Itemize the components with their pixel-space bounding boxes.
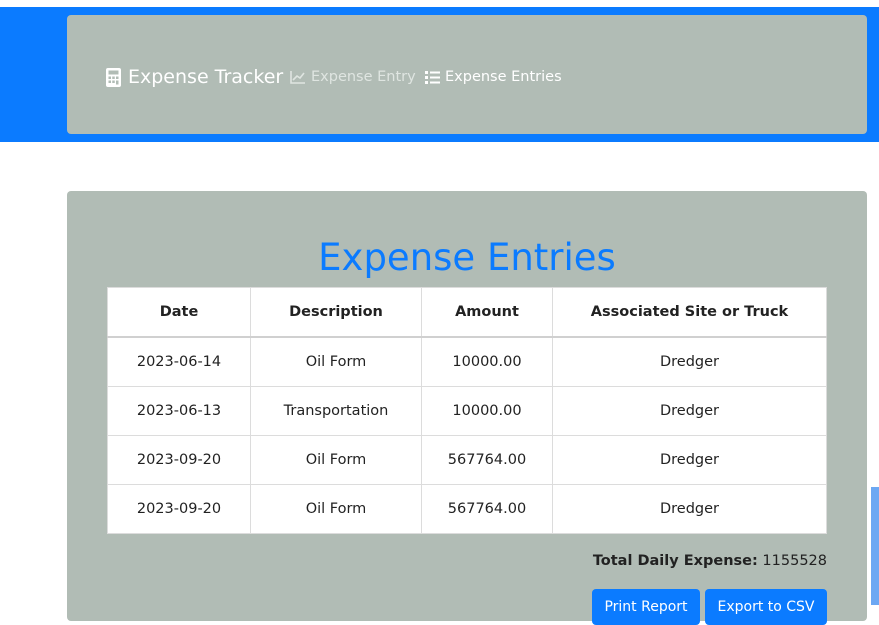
header-amount: Amount bbox=[421, 287, 553, 338]
header-date: Date bbox=[107, 287, 251, 338]
cell-date: 2023-06-14 bbox=[107, 336, 251, 387]
scrollbar[interactable] bbox=[871, 487, 879, 605]
nav-expense-entry-label: Expense Entry bbox=[311, 69, 416, 85]
total-daily-expense: Total Daily Expense: 1155528 bbox=[593, 553, 827, 569]
cell-site: Dredger bbox=[552, 435, 827, 485]
print-report-button[interactable]: Print Report bbox=[592, 589, 700, 625]
cell-site: Dredger bbox=[552, 336, 827, 387]
export-csv-button[interactable]: Export to CSV bbox=[705, 589, 827, 625]
nav-expense-entry[interactable]: Expense Entry bbox=[290, 69, 416, 85]
chart-line-icon bbox=[290, 70, 306, 84]
cell-amount: 10000.00 bbox=[421, 336, 553, 387]
nav-expense-entries[interactable]: Expense Entries bbox=[425, 69, 562, 85]
cell-description: Oil Form bbox=[250, 435, 422, 485]
cell-site: Dredger bbox=[552, 484, 827, 534]
cell-amount: 567764.00 bbox=[421, 435, 553, 485]
brand-label: Expense Tracker bbox=[128, 66, 284, 88]
table-header-row: Date Description Amount Associated Site … bbox=[107, 287, 827, 338]
navbar: Expense Tracker Expense Entry Expense En… bbox=[67, 15, 867, 134]
cell-site: Dredger bbox=[552, 386, 827, 436]
expense-table: Date Description Amount Associated Site … bbox=[107, 287, 827, 534]
cell-date: 2023-06-13 bbox=[107, 386, 251, 436]
list-icon bbox=[425, 70, 440, 84]
header-site: Associated Site or Truck bbox=[552, 287, 827, 338]
cell-description: Oil Form bbox=[250, 336, 422, 387]
total-label: Total Daily Expense: bbox=[592, 553, 758, 569]
table-row: 2023-06-14 Oil Form 10000.00 Dredger bbox=[107, 336, 827, 387]
cell-description: Transportation bbox=[250, 386, 422, 436]
cell-amount: 567764.00 bbox=[421, 484, 553, 534]
header-description: Description bbox=[250, 287, 422, 338]
nav-expense-entries-label: Expense Entries bbox=[445, 69, 562, 85]
brand[interactable]: Expense Tracker bbox=[106, 66, 283, 88]
page-title: Expense Entries bbox=[318, 236, 616, 279]
entries-card: Expense Entries Date Description Amount … bbox=[67, 191, 867, 625]
calculator-icon bbox=[106, 67, 121, 87]
cell-date: 2023-09-20 bbox=[107, 435, 251, 485]
cell-amount: 10000.00 bbox=[421, 386, 553, 436]
total-value: 1155528 bbox=[762, 553, 827, 569]
table-row: 2023-09-20 Oil Form 567764.00 Dredger bbox=[107, 435, 827, 485]
cell-date: 2023-09-20 bbox=[107, 484, 251, 534]
cell-description: Oil Form bbox=[250, 484, 422, 534]
table-row: 2023-09-20 Oil Form 567764.00 Dredger bbox=[107, 484, 827, 534]
table-row: 2023-06-13 Transportation 10000.00 Dredg… bbox=[107, 386, 827, 436]
